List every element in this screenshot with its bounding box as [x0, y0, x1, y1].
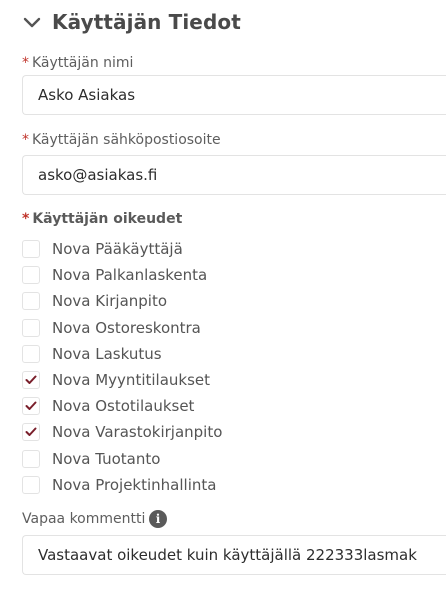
permission-item[interactable]: Nova Tuotanto [22, 446, 446, 472]
permission-label: Nova Kirjanpito [52, 292, 168, 311]
section-header[interactable]: Käyttäjän Tiedot [22, 6, 241, 38]
email-field[interactable]: asko@asiakas.fi [22, 155, 446, 195]
permission-item[interactable]: Nova Ostoreskontra [22, 315, 446, 341]
chevron-down-icon[interactable] [22, 15, 42, 29]
section-title: Käyttäjän Tiedot [52, 10, 241, 34]
comment-field[interactable]: Vastaavat oikeudet kuin käyttäjällä 2223… [22, 535, 446, 575]
user-details-panel: Käyttäjän Tiedot * Käyttäjän nimi Asko As… [0, 0, 446, 595]
email-label: * Käyttäjän sähköpostiosoite [22, 132, 221, 148]
name-label-text: Käyttäjän nimi [32, 55, 134, 71]
checkbox-checked[interactable] [22, 397, 40, 416]
permission-label: Nova Tuotanto [52, 449, 161, 468]
permission-label: Nova Laskutus [52, 344, 162, 363]
permissions-list: Nova Pääkäyttäjä Nova Palkanlaskenta Nov… [22, 236, 446, 498]
email-field-value: asko@asiakas.fi [38, 166, 158, 184]
permission-label: Nova Varastokirjanpito [52, 423, 223, 442]
permission-item[interactable]: Nova Pääkäyttäjä [22, 236, 446, 262]
checkbox[interactable] [22, 449, 40, 468]
comment-label-text: Vapaa kommentti [22, 511, 146, 527]
checkmark-icon [25, 401, 37, 411]
comment-label: Vapaa kommentti [22, 511, 145, 527]
permission-item[interactable]: Nova Myyntitilaukset [22, 367, 446, 393]
permission-item[interactable]: Nova Palkanlaskenta [22, 262, 446, 288]
permissions-label: * Käyttäjän oikeudet [22, 211, 182, 227]
name-field[interactable]: Asko Asiakas [22, 75, 446, 115]
permission-label: Nova Ostoreskontra [52, 318, 201, 337]
permission-item[interactable]: Nova Varastokirjanpito [22, 419, 446, 445]
info-icon[interactable]: i [149, 510, 167, 528]
checkbox[interactable] [22, 266, 40, 285]
permission-item[interactable]: Nova Ostotilaukset [22, 393, 446, 419]
permission-item[interactable]: Nova Kirjanpito [22, 288, 446, 314]
required-mark: * [22, 211, 30, 227]
checkmark-icon [25, 427, 37, 437]
permissions-label-text: Käyttäjän oikeudet [32, 211, 183, 227]
checkbox[interactable] [22, 292, 40, 311]
checkbox[interactable] [22, 475, 40, 494]
email-label-text: Käyttäjän sähköpostiosoite [32, 132, 221, 148]
checkmark-icon [25, 375, 37, 385]
name-label: * Käyttäjän nimi [22, 55, 133, 71]
permission-label: Nova Ostotilaukset [52, 397, 195, 416]
checkbox[interactable] [22, 344, 40, 363]
checkbox[interactable] [22, 240, 40, 259]
required-mark: * [22, 55, 29, 71]
permission-label: Nova Myyntitilaukset [52, 371, 211, 390]
required-mark: * [22, 132, 29, 148]
checkbox[interactable] [22, 318, 40, 337]
permission-label: Nova Palkanlaskenta [52, 266, 208, 285]
checkbox-checked[interactable] [22, 371, 40, 390]
comment-field-value: Vastaavat oikeudet kuin käyttäjällä 2223… [38, 546, 417, 564]
checkbox-checked[interactable] [22, 423, 40, 442]
permission-label: Nova Pääkäyttäjä [52, 240, 183, 259]
permission-label: Nova Projektinhallinta [52, 475, 217, 494]
name-field-value: Asko Asiakas [38, 86, 136, 104]
permission-item[interactable]: Nova Projektinhallinta [22, 472, 446, 498]
permission-item[interactable]: Nova Laskutus [22, 341, 446, 367]
